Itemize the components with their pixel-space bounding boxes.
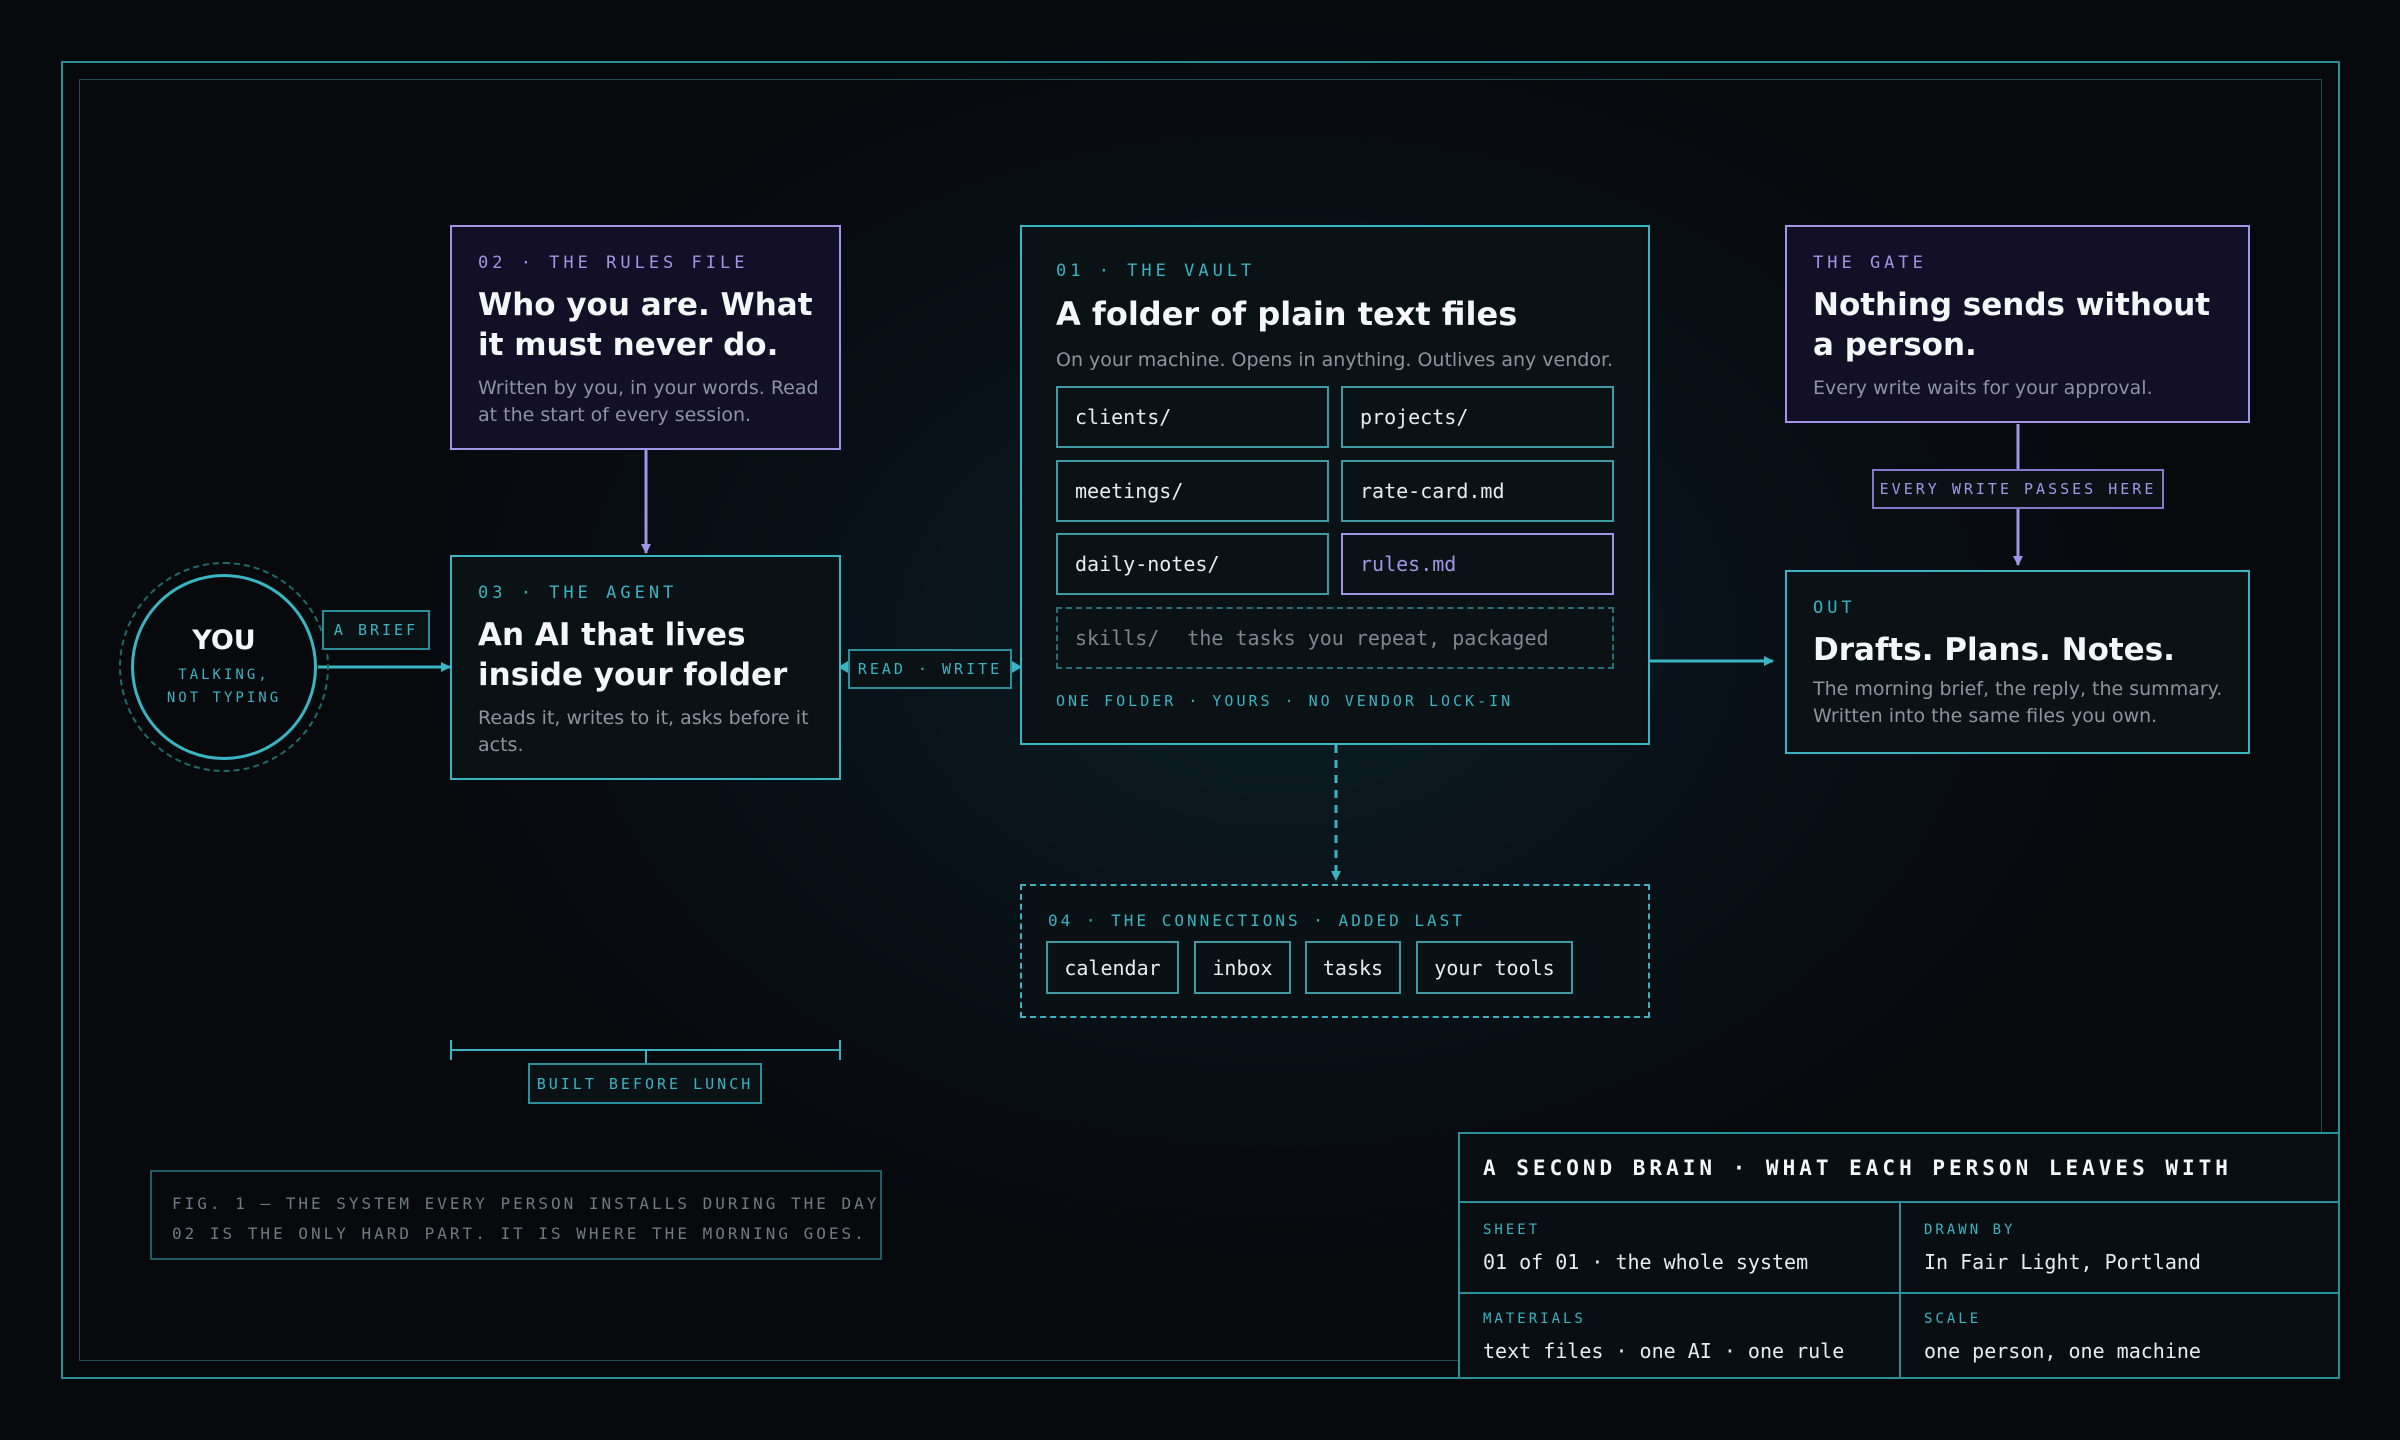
out-eyebrow: OUT [1813, 598, 1856, 618]
connections-eyebrow: 04 · THE CONNECTIONS · ADDED LAST [1048, 911, 1465, 930]
connection-calendar[interactable]: calendar [1046, 941, 1179, 994]
brief-tag: A BRIEF [322, 610, 430, 650]
vault-file-rate-card[interactable]: rate-card.md [1341, 460, 1614, 522]
vault-file-rules[interactable]: rules.md [1341, 533, 1614, 595]
vault-file-projects[interactable]: projects/ [1341, 386, 1614, 448]
agent-eyebrow: 03 · THE AGENT [478, 583, 678, 603]
vault-desc: On your machine. Opens in anything. Outl… [1056, 349, 1614, 371]
vault-box: 01 · THE VAULT A folder of plain text fi… [1020, 225, 1650, 745]
vault-footer: ONE FOLDER · YOURS · NO VENDOR LOCK-IN [1056, 692, 1514, 710]
agent-desc: Reads it, writes to it, asks before it a… [478, 707, 809, 756]
caption-line-1: FIG. 1 — THE SYSTEM EVERY PERSON INSTALL… [172, 1194, 880, 1213]
title-block-scale: SCALE one person, one machine [1924, 1311, 2201, 1363]
rules-file-box: 02 · THE RULES FILE Who you are. What it… [450, 225, 841, 450]
vault-file-clients[interactable]: clients/ [1056, 386, 1329, 448]
caption-line-2: 02 IS THE ONLY HARD PART. IT IS WHERE TH… [172, 1224, 867, 1243]
connection-your-tools[interactable]: your tools [1416, 941, 1573, 994]
out-title: Drafts. Plans. Notes. [1813, 632, 2175, 668]
gate-title: Nothing sends without a person. [1813, 287, 2211, 363]
you-circle: YOU TALKING, NOT TYPING [131, 574, 317, 760]
figure-caption: FIG. 1 — THE SYSTEM EVERY PERSON INSTALL… [150, 1170, 882, 1260]
read-write-tag: READ · WRITE [848, 649, 1012, 689]
vault-file-meetings[interactable]: meetings/ [1056, 460, 1329, 522]
vault-eyebrow: 01 · THE VAULT [1056, 261, 1256, 281]
out-desc: The morning brief, the reply, the summar… [1813, 678, 2223, 727]
gate-desc: Every write waits for your approval. [1813, 377, 2153, 399]
rules-file-title: Who you are. What it must never do. [478, 287, 813, 363]
agent-title: An AI that lives inside your folder [478, 617, 788, 693]
title-block-heading: A SECOND BRAIN · WHAT EACH PERSON LEAVES… [1460, 1134, 2338, 1203]
connection-tasks[interactable]: tasks [1305, 941, 1401, 994]
title-block-drawn-by: DRAWN BY In Fair Light, Portland [1924, 1222, 2201, 1274]
you-subtitle: TALKING, NOT TYPING [166, 666, 282, 706]
agent-box: 03 · THE AGENT An AI that lives inside y… [450, 555, 841, 780]
dimension-line [450, 1040, 841, 1065]
vault-title: A folder of plain text files [1056, 295, 1518, 333]
vault-file-daily-notes[interactable]: daily-notes/ [1056, 533, 1329, 595]
skills-hint: the tasks you repeat, packaged [1187, 626, 1549, 650]
gate-box: THE GATE Nothing sends without a person.… [1785, 225, 2250, 423]
gate-eyebrow: THE GATE [1813, 253, 1927, 273]
rules-file-eyebrow: 02 · THE RULES FILE [478, 253, 749, 273]
vault-skills-row[interactable]: skills/ the tasks you repeat, packaged [1056, 607, 1614, 669]
you-label: YOU [192, 624, 256, 656]
built-before-lunch-tag: BUILT BEFORE LUNCH [528, 1063, 762, 1104]
title-block-materials: MATERIALS text files · one AI · one rule [1483, 1311, 1845, 1363]
skills-folder: skills/ [1075, 626, 1160, 650]
title-block-sheet: SHEET 01 of 01 · the whole system [1483, 1222, 1809, 1274]
title-block: A SECOND BRAIN · WHAT EACH PERSON LEAVES… [1458, 1132, 2340, 1379]
rules-file-desc: Written by you, in your words. Read at t… [478, 377, 819, 426]
out-box: OUT Drafts. Plans. Notes. The morning br… [1785, 570, 2250, 754]
connection-inbox[interactable]: inbox [1194, 941, 1291, 994]
every-write-tag: EVERY WRITE PASSES HERE [1872, 469, 2164, 509]
